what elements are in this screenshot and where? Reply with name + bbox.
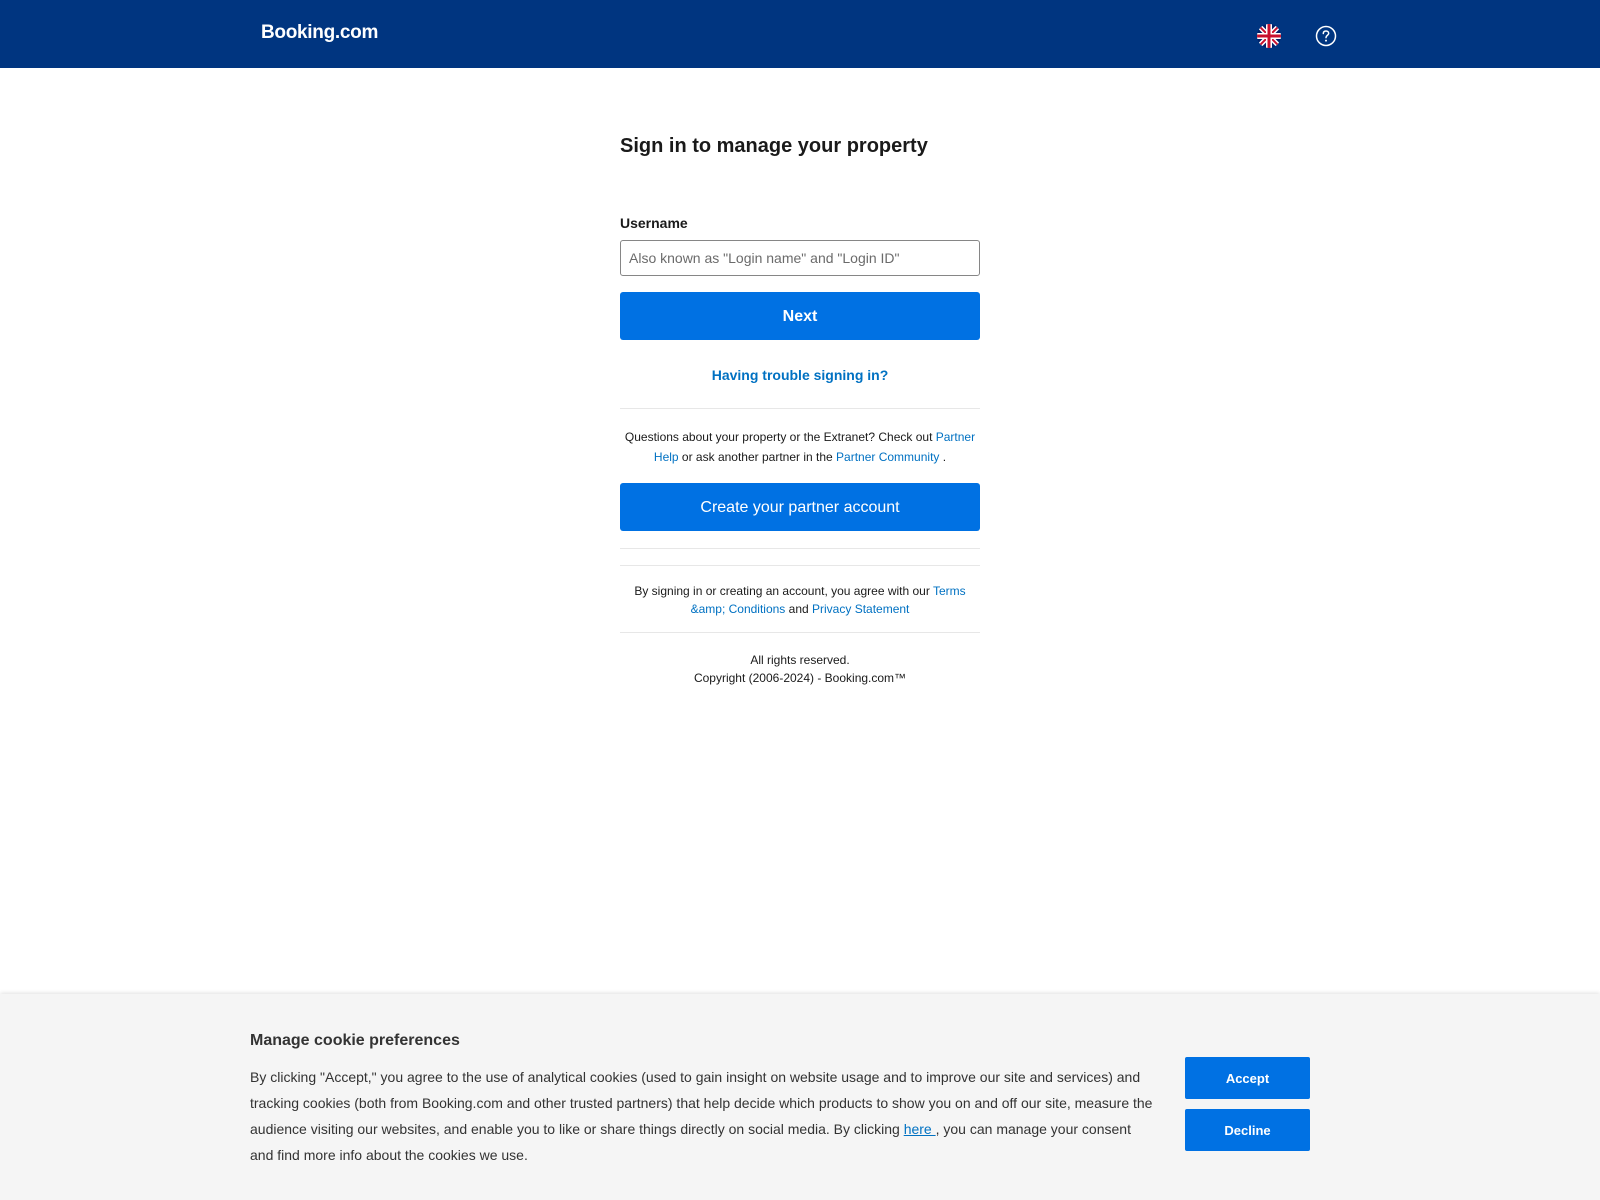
partner-help-text: Questions about your property or the Ext…	[624, 430, 976, 464]
copyright-text: Copyright (2006-2024) - Booking.com™	[693, 671, 907, 685]
cookie-here-link[interactable]: here	[904, 1121, 936, 1137]
trouble-signing-in-link[interactable]: Having trouble signing in?	[620, 366, 980, 384]
copyright-footer: All rights reserved. Copyright (2006-202…	[620, 651, 980, 687]
top-header: Booking.com	[0, 0, 1600, 68]
signin-panel: Sign in to manage your property Username…	[620, 128, 980, 687]
terms-text: By signing in or creating an account, yo…	[634, 584, 966, 616]
booking-logo[interactable]: Booking.com	[261, 22, 378, 44]
privacy-statement-link[interactable]: Privacy Statement	[812, 602, 909, 616]
username-label: Username	[620, 215, 688, 231]
divider	[620, 565, 980, 566]
decline-cookies-button[interactable]: Decline	[1185, 1109, 1310, 1151]
uk-flag-icon[interactable]	[1257, 24, 1281, 48]
divider	[620, 408, 980, 409]
username-input[interactable]	[620, 240, 980, 276]
create-partner-account-button[interactable]: Create your partner account	[620, 483, 980, 531]
cookie-title: Manage cookie preferences	[250, 1032, 460, 1049]
cookie-body: By clicking "Accept," you agree to the u…	[250, 1069, 1153, 1163]
question-circle-icon[interactable]	[1315, 25, 1337, 47]
divider	[620, 548, 980, 549]
next-button[interactable]: Next	[620, 292, 980, 340]
accept-cookies-button[interactable]: Accept	[1185, 1057, 1310, 1099]
rights-text: All rights reserved.	[750, 653, 850, 667]
page-title: Sign in to manage your property	[620, 135, 928, 157]
divider	[620, 632, 980, 633]
cookie-banner: Manage cookie preferences By clicking "A…	[0, 994, 1600, 1200]
partner-community-link[interactable]: Partner Community	[836, 450, 939, 464]
